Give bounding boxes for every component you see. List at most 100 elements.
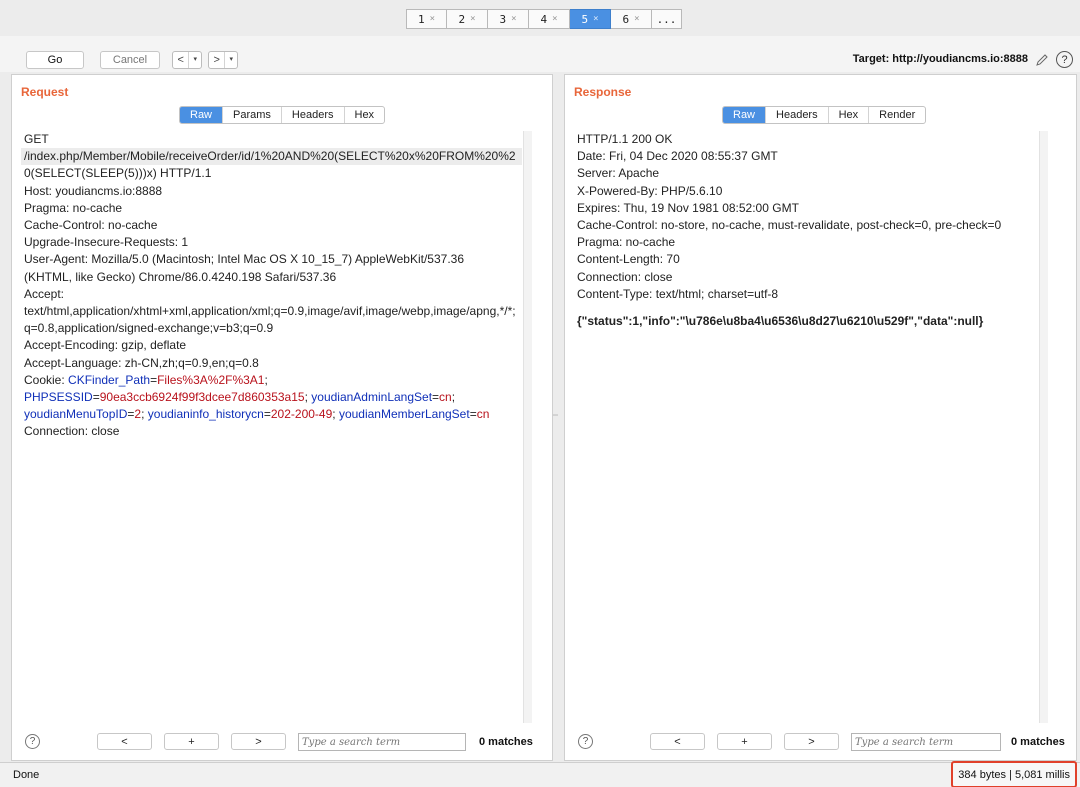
tab-raw[interactable]: Raw [180, 107, 223, 123]
response-line: Date: Fri, 04 Dec 2020 08:55:37 GMT [577, 149, 778, 164]
response-line: Cache-Control: no-store, no-cache, must-… [577, 218, 1002, 233]
request-line: Accept: [24, 286, 65, 301]
history-back-button[interactable]: < ▾ [172, 51, 202, 69]
cookie-key: youdianinfo_historycn [147, 407, 264, 422]
cookie-prefix: Cookie: [24, 372, 69, 387]
vertical-scrollbar[interactable] [523, 131, 532, 723]
response-search-bar: ? < + > 0 matches [565, 724, 1076, 760]
vertical-scrollbar[interactable] [1039, 131, 1048, 723]
response-line: Content-Type: text/html; charset=utf-8 [577, 286, 779, 301]
response-line: X-Powered-By: PHP/5.6.10 [577, 183, 723, 198]
request-line: /index.php/Member/Mobile/receiveOrder/id… [21, 148, 522, 166]
match-count: 0 matches [1011, 736, 1065, 748]
repeater-tab-4[interactable]: 4 × [529, 9, 570, 29]
repeater-tab-3[interactable]: 3 × [488, 9, 529, 29]
close-icon[interactable]: × [593, 14, 598, 24]
tab-label: ... [656, 12, 677, 26]
search-input[interactable] [298, 733, 466, 751]
close-icon[interactable]: × [430, 14, 435, 24]
response-line: Content-Length: 70 [577, 252, 680, 267]
request-line: Cache-Control: no-cache [24, 218, 158, 233]
repeater-tab-bar: 1 × 2 × 3 × 4 × 5 × 6 × ... [406, 9, 682, 29]
repeater-tab-new[interactable]: ... [652, 9, 682, 29]
tab-raw[interactable]: Raw [723, 107, 766, 123]
target-label: Target: http://youdiancms.io:8888 [852, 53, 1028, 65]
search-previous-button[interactable]: < [97, 733, 152, 750]
match-count: 0 matches [479, 736, 533, 748]
close-icon[interactable]: × [634, 14, 639, 24]
help-icon[interactable]: ? [1056, 51, 1073, 68]
response-body: {"status":1,"info":"\u786e\u8ba4\u6536\u… [577, 314, 984, 329]
status-text: Done [13, 769, 40, 781]
tab-label: 3 [499, 12, 507, 26]
search-next-button[interactable]: > [784, 733, 839, 750]
request-line: Host: youdiancms.io:8888 [24, 183, 163, 198]
cookie-value: 90ea3ccb6924f99f3dcee7d860353a15 [99, 390, 305, 405]
chevron-down-icon[interactable]: ▾ [189, 52, 201, 68]
request-title: Request [21, 85, 69, 99]
search-next-button[interactable]: > [231, 733, 286, 750]
response-line: Server: Apache [577, 166, 660, 181]
close-icon[interactable]: × [511, 14, 516, 24]
cookie-key: youdianMemberLangSet [338, 407, 470, 422]
repeater-tab-2[interactable]: 2 × [447, 9, 488, 29]
cookie-key: PHPSESSID [24, 390, 93, 405]
response-title: Response [574, 85, 632, 99]
request-line: (KHTML, like Gecko) Chrome/86.0.4240.198… [24, 269, 337, 284]
request-line: GET [24, 132, 49, 146]
go-button[interactable]: Go [26, 51, 84, 69]
tab-params[interactable]: Params [222, 107, 281, 123]
chevron-left-icon[interactable]: < [173, 52, 190, 68]
cookie-line: Cookie: CKFinder_Path=Files%3A%2F%3A1; [24, 372, 268, 387]
search-add-button[interactable]: + [717, 733, 772, 750]
request-line: Upgrade-Insecure-Requests: 1 [24, 235, 189, 250]
tab-label: 5 [581, 12, 589, 26]
request-line: Connection: close [24, 424, 120, 439]
request-panel: Request Raw Params Headers Hex GET /inde… [11, 74, 553, 761]
close-icon[interactable]: × [552, 14, 557, 24]
repeater-tab-5[interactable]: 5 × [570, 9, 611, 29]
request-line: Accept-Language: zh-CN,zh;q=0.9,en;q=0.8 [24, 355, 259, 370]
response-view-tabs: Raw Headers Hex Render [722, 106, 927, 124]
cancel-button[interactable]: Cancel [100, 51, 160, 69]
tab-label: 1 [417, 12, 425, 26]
cookie-key: CKFinder_Path [68, 372, 151, 387]
request-line: text/html,application/xhtml+xml,applicat… [24, 304, 516, 319]
tab-headers[interactable]: Headers [765, 107, 828, 123]
request-line: Accept-Encoding: gzip, deflate [24, 338, 187, 353]
response-line: Expires: Thu, 19 Nov 1981 08:52:00 GMT [577, 200, 799, 215]
tab-label: 4 [540, 12, 548, 26]
response-line: Pragma: no-cache [577, 235, 676, 250]
search-previous-button[interactable]: < [650, 733, 705, 750]
request-view-tabs: Raw Params Headers Hex [179, 106, 386, 124]
response-line: HTTP/1.1 200 OK [577, 132, 673, 146]
chevron-right-icon[interactable]: > [209, 52, 226, 68]
cookie-line: PHPSESSID=90ea3ccb6924f99f3dcee7d860353a… [24, 390, 456, 405]
search-add-button[interactable]: + [164, 733, 219, 750]
tab-hex[interactable]: Hex [827, 107, 869, 123]
splitter-grip-icon[interactable]: ═ [553, 412, 558, 419]
tab-headers[interactable]: Headers [280, 107, 344, 123]
help-icon[interactable]: ? [25, 734, 40, 749]
help-icon[interactable]: ? [578, 734, 593, 749]
cookie-value: 202-200-49 [270, 407, 333, 422]
tab-hex[interactable]: Hex [343, 107, 385, 123]
request-line: q=0.8,application/signed-exchange;v=b3;q… [24, 321, 274, 336]
request-editor[interactable]: GET /index.php/Member/Mobile/receiveOrde… [21, 131, 522, 723]
burp-repeater-window: 1 × 2 × 3 × 4 × 5 × 6 × ... Go Cancel < ▾ > ▾ … [0, 0, 1080, 787]
search-input[interactable] [851, 733, 1001, 751]
cookie-value: 2 [134, 407, 142, 422]
pencil-icon[interactable] [1035, 53, 1049, 67]
repeater-tab-6[interactable]: 6 × [611, 9, 652, 29]
cookie-value: Files%3A%2F%3A1 [157, 372, 265, 387]
tab-render[interactable]: Render [868, 107, 925, 123]
request-search-bar: ? < + > 0 matches [12, 724, 552, 760]
request-line: 0(SELECT(SLEEP(5)))x) HTTP/1.1 [24, 166, 212, 181]
cookie-value: cn [439, 390, 452, 405]
response-line: Connection: close [577, 269, 673, 284]
chevron-down-icon[interactable]: ▾ [225, 52, 237, 68]
history-forward-button[interactable]: > ▾ [208, 51, 238, 69]
response-editor[interactable]: HTTP/1.1 200 OK Date: Fri, 04 Dec 2020 0… [574, 131, 1038, 723]
close-icon[interactable]: × [470, 14, 475, 24]
repeater-tab-1[interactable]: 1 × [406, 9, 447, 29]
